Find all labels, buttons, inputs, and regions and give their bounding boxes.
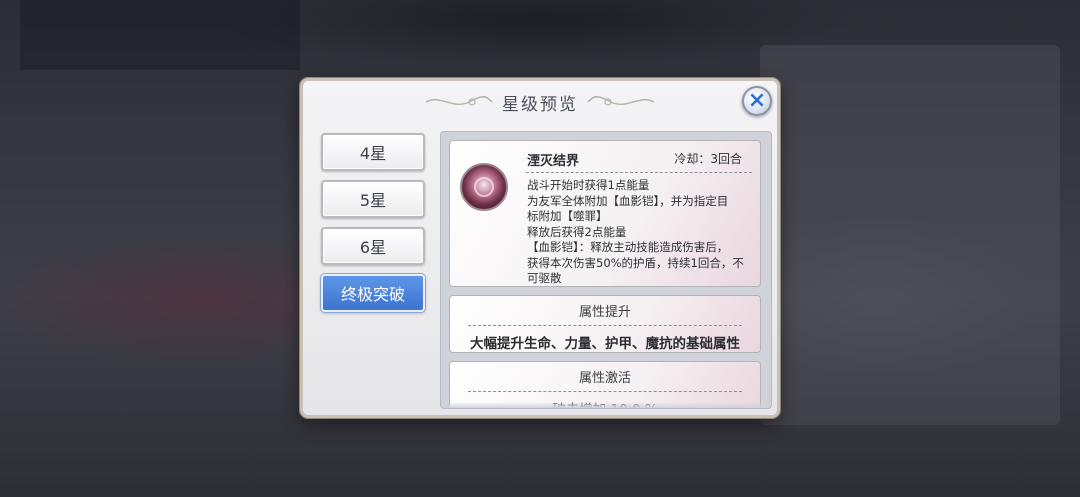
skill-cooldown: 冷却：3回合 bbox=[674, 152, 742, 166]
tab-ultimate-breakthrough[interactable]: 终极突破 bbox=[321, 274, 425, 312]
star-tabs: 4星 5星 6星 终极突破 bbox=[321, 133, 429, 321]
skill-name: 湮灭结界 bbox=[527, 154, 580, 169]
preview-content[interactable]: 湮灭结界 冷却：3回合 战斗开始时获得1点能量 为友军全体附加【血影铠】，并为指… bbox=[440, 131, 772, 409]
skill-desc-line: 为友军全体附加【血影铠】，并为指定目 bbox=[527, 193, 729, 208]
right-ornament-icon bbox=[587, 96, 655, 106]
skill-description: 战斗开始时获得1点能量 为友军全体附加【血影铠】，并为指定目 标附加【噬罪】 释… bbox=[527, 178, 755, 287]
skill-orb-icon bbox=[460, 163, 508, 211]
skill-desc-line: 战斗开始时获得1点能量 bbox=[527, 178, 650, 192]
left-ornament-icon bbox=[425, 96, 493, 106]
attribute-activate-divider bbox=[468, 391, 742, 392]
skill-desc-line: 标附加【噬罪】 bbox=[527, 209, 608, 223]
close-button[interactable]: × bbox=[742, 86, 772, 116]
skill-card: 湮灭结界 冷却：3回合 战斗开始时获得1点能量 为友军全体附加【血影铠】，并为指… bbox=[449, 140, 761, 287]
scroll-fade bbox=[441, 402, 771, 408]
star-preview-dialog: 星级预览 × 4星 5星 6星 终极突破 湮灭结界 冷却：3回合 战斗开始时获得… bbox=[300, 78, 780, 418]
skill-desc-line: 释放后获得2点能量 bbox=[527, 224, 627, 239]
tab-4-star[interactable]: 4星 bbox=[321, 133, 425, 171]
skill-desc-line: 获得本次伤害50%的护盾，持续1回合，不 bbox=[527, 255, 744, 270]
dialog-title: 星级预览 bbox=[502, 94, 578, 115]
attribute-boost-body: 大幅提升生命、力量、护甲、魔抗的基础属性 bbox=[470, 336, 740, 352]
attribute-boost-card: 属性提升 大幅提升生命、力量、护甲、魔抗的基础属性 bbox=[449, 295, 761, 353]
attribute-boost-title: 属性提升 bbox=[578, 305, 631, 320]
tab-6-star[interactable]: 6星 bbox=[321, 227, 425, 265]
skill-divider bbox=[526, 172, 752, 173]
close-icon: × bbox=[747, 88, 767, 113]
tab-5-star[interactable]: 5星 bbox=[321, 180, 425, 218]
skill-desc-line: 可驱散 bbox=[527, 271, 562, 285]
dialog-header: 星级预览 bbox=[303, 85, 777, 119]
skill-desc-line: 【血影铠】：释放主动技能造成伤害后， bbox=[527, 240, 729, 254]
attribute-activate-title: 属性激活 bbox=[578, 371, 631, 386]
attribute-boost-divider bbox=[468, 325, 742, 326]
